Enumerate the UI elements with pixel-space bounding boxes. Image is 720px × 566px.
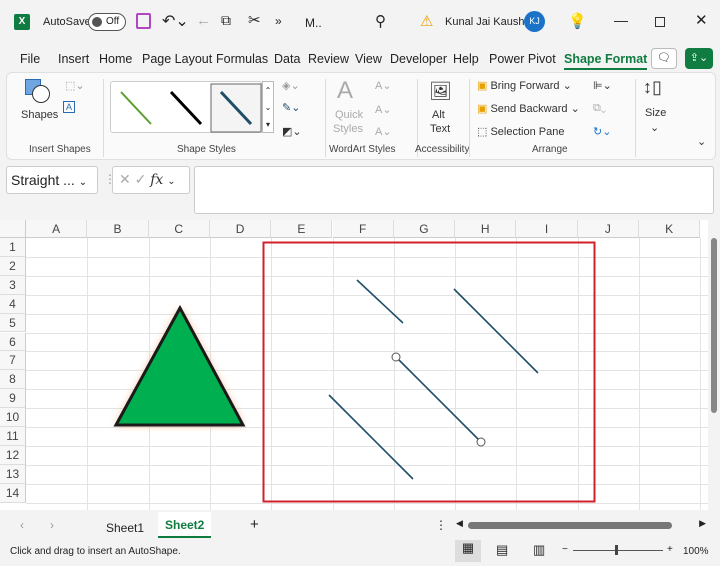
line-shape[interactable]	[453, 288, 539, 374]
horizontal-scroll-thumb[interactable]	[468, 522, 672, 529]
page-layout-view-button[interactable]: ▤	[496, 542, 508, 558]
sheet-tab-sheet2[interactable]: Sheet2	[158, 512, 212, 538]
horizontal-scrollbar[interactable]: ◀ ▶	[456, 518, 706, 532]
sheet-tab-bar: ‹ › Sheet1 Sheet2 + ⋮ ◀ ▶	[0, 512, 720, 540]
shapes-layer	[113, 241, 596, 503]
zoom-level[interactable]: 100%	[683, 546, 709, 557]
line-shape[interactable]	[356, 279, 404, 324]
sheet-tab-sheet1[interactable]: Sheet1	[106, 521, 144, 535]
prev-sheet-icon[interactable]: ‹	[20, 518, 24, 532]
zoom-in-button[interactable]: +	[667, 544, 673, 555]
triangle-shape[interactable]	[113, 304, 246, 427]
normal-view-button[interactable]: ▦	[455, 540, 481, 562]
line-end-handle[interactable]	[476, 437, 486, 447]
next-sheet-icon[interactable]: ›	[50, 518, 54, 532]
line-shape[interactable]	[328, 394, 414, 480]
zoom-slider[interactable]	[573, 545, 663, 555]
line-start-handle[interactable]	[391, 352, 401, 362]
vertical-scroll-thumb[interactable]	[711, 238, 717, 413]
add-sheet-button[interactable]: +	[250, 516, 259, 533]
selected-line-shape[interactable]	[395, 356, 482, 443]
page-break-view-button[interactable]: ▥	[533, 542, 545, 558]
tab-options-icon[interactable]: ⋮	[435, 518, 447, 532]
vertical-scrollbar[interactable]	[708, 220, 720, 510]
status-message: Click and drag to insert an AutoShape.	[10, 546, 181, 557]
zoom-out-button[interactable]: −	[562, 544, 568, 555]
status-bar: Click and drag to insert an AutoShape. ▦…	[0, 540, 720, 562]
selection-highlight-box	[262, 241, 596, 503]
